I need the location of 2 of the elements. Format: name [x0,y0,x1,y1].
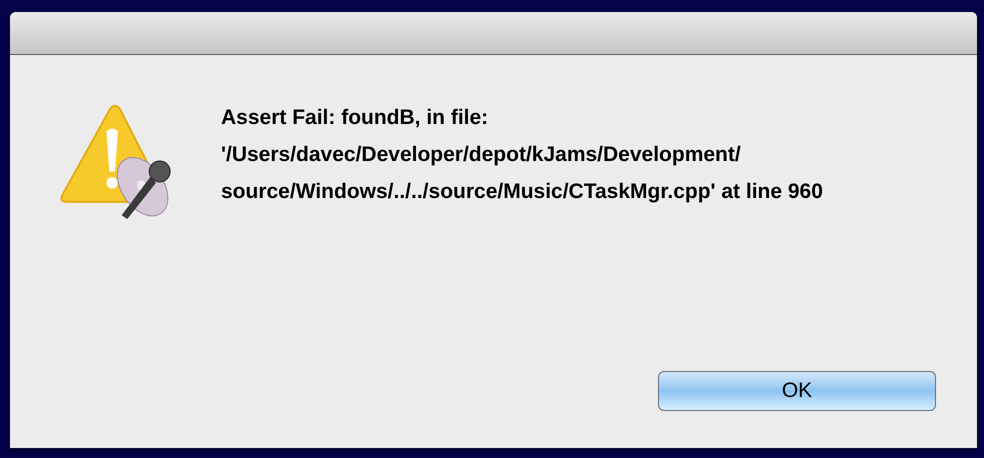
ok-button[interactable]: OK [658,371,936,411]
error-message: Assert Fail: foundB, in file: '/Users/davec/Developer/depot/kJams/Development/ source/Windows/../../source/Music/CTaskMgr.cpp' at line 960 [221,105,824,205]
